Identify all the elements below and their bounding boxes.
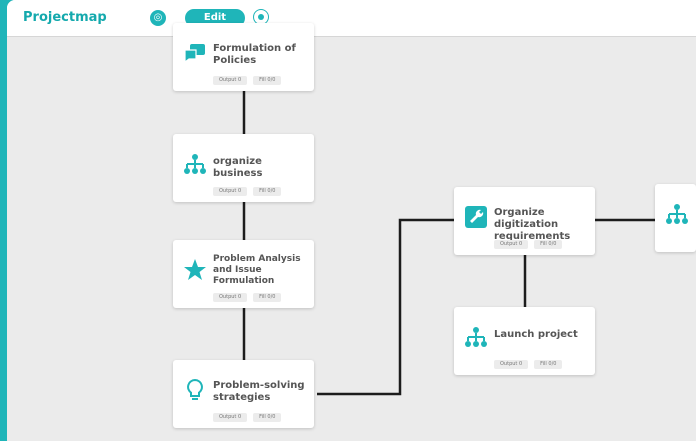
- card-title: Problem-solving strategies: [213, 380, 305, 403]
- fill-badge: Fill 0/0: [253, 187, 282, 196]
- wrench-icon: [465, 206, 487, 228]
- hierarchy-icon: [666, 204, 688, 224]
- card-title: Launch project: [494, 329, 578, 340]
- card-organize-business[interactable]: organize business Output 0 Fill 0/0: [173, 134, 314, 202]
- project-map-window: Projectmap ◎ Edit Formulation of Policie…: [7, 0, 696, 441]
- fill-badge: Fill 0/0: [253, 413, 282, 422]
- card-problem-analysis[interactable]: Problem Analysis and Issue Formulation O…: [173, 240, 314, 308]
- output-badge: Output 0: [213, 293, 248, 302]
- output-badge: Output 0: [494, 240, 529, 249]
- card-problem-solving-strategies[interactable]: Problem-solving strategies Output 0 Fill…: [173, 360, 314, 428]
- card-title: Organize digitization requirements: [494, 207, 571, 242]
- card-formulation-of-policies[interactable]: Formulation of Policies Output 0 Fill 0/…: [173, 23, 314, 91]
- fill-badge: Fill 0/0: [253, 293, 282, 302]
- hierarchy-icon: [465, 327, 487, 347]
- output-badge: Output 0: [494, 360, 529, 369]
- card-title: Problem Analysis and Issue Formulation: [213, 254, 301, 286]
- output-badge: Output 0: [213, 413, 248, 422]
- hierarchy-icon: [184, 154, 206, 174]
- card-offscreen-partial[interactable]: [655, 184, 696, 252]
- card-title: organize business: [213, 156, 263, 179]
- connector-strategies-digitization: [317, 218, 454, 396]
- card-title: Formulation of Policies: [213, 43, 296, 66]
- star-icon: [184, 259, 206, 280]
- app-title: Projectmap: [23, 10, 107, 25]
- fill-badge: Fill 0/0: [253, 76, 282, 85]
- card-launch-project[interactable]: Launch project Output 0 Fill 0/0: [454, 307, 595, 375]
- output-badge: Output 0: [213, 76, 248, 85]
- speech-bubbles-icon: [184, 44, 205, 64]
- fill-badge: Fill 0/0: [534, 240, 563, 249]
- lightbulb-icon: [187, 378, 203, 400]
- top-bar: Projectmap ◎ Edit: [7, 0, 696, 37]
- fill-badge: Fill 0/0: [534, 360, 563, 369]
- map-view-icon[interactable]: ◎: [150, 10, 166, 26]
- output-badge: Output 0: [213, 187, 248, 196]
- card-organize-digitization[interactable]: Organize digitization requirements Outpu…: [454, 187, 595, 255]
